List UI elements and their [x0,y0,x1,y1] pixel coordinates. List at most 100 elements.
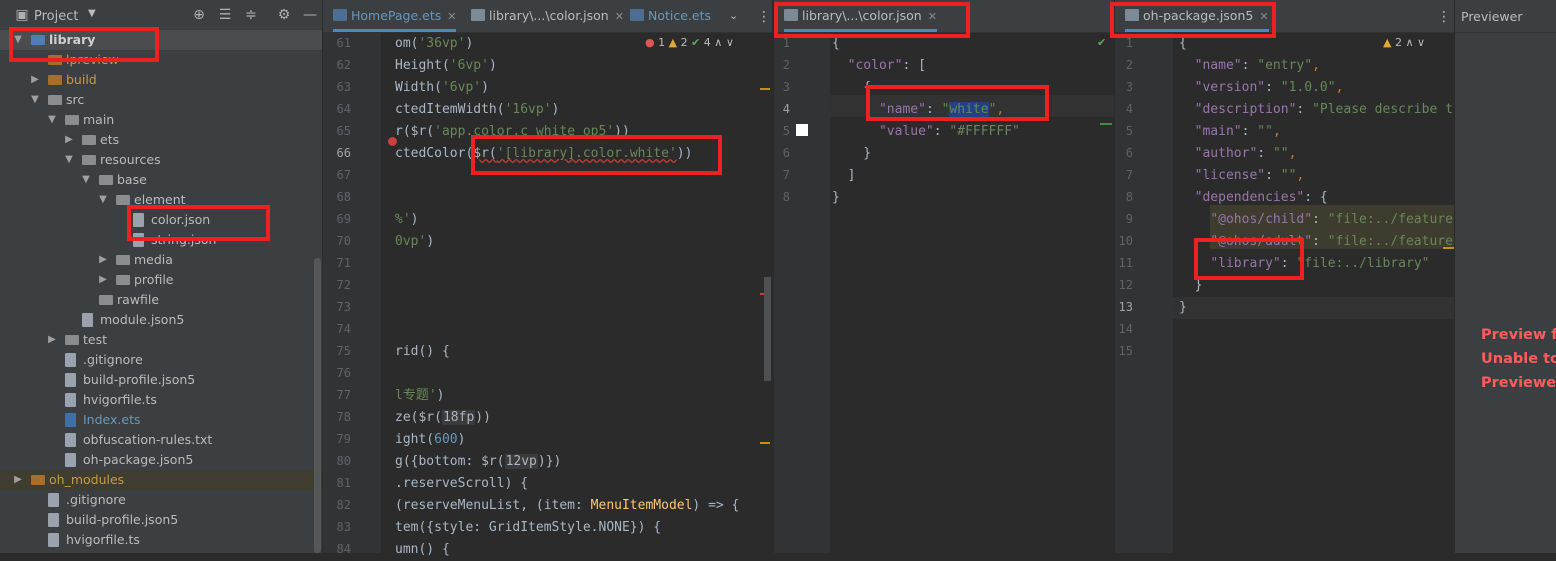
annotation-box-white-name [866,85,1049,121]
tree-item[interactable]: .gitignore [0,350,322,370]
annotation-box-color-json [127,205,270,241]
gear-icon[interactable]: ⚙ [276,7,292,23]
close-icon[interactable]: ✕ [447,10,456,23]
line-number: 61 [336,36,351,50]
annotation-box-color-json-tab [774,2,970,38]
tab-notice[interactable]: Notice.ets [630,0,711,32]
tree-item[interactable]: rawfile [0,290,322,310]
tree-item[interactable]: ▶ profile [0,270,322,290]
project-scrollbar[interactable] [314,258,321,553]
tree-item-label: .gitignore [83,352,143,367]
chevron-down-icon[interactable]: ▼ [81,170,91,190]
line-number: 84 [336,542,351,556]
minimize-icon[interactable]: — [302,7,318,23]
tree-item-label: hvigorfile.ts [66,532,140,547]
chevron-down-icon[interactable]: ▼ [98,190,108,210]
code-line: } [1179,300,1187,315]
tree-item-label: src [66,92,85,107]
chevron-right-icon[interactable]: ▶ [98,270,108,290]
editor1-scrollbar[interactable] [764,277,771,381]
file-icon [65,413,76,427]
line-number: 7 [782,168,790,182]
chevron-down-icon[interactable]: ▼ [30,90,40,110]
json-file-icon [471,9,485,21]
chevron-right-icon[interactable]: ▶ [64,130,74,150]
tree-item[interactable]: build-profile.json5 [0,510,322,530]
tree-item-label: media [134,252,173,267]
warning-stripe [760,442,770,444]
tree-item[interactable]: ▶ media [0,250,322,270]
preview-error-line: Unable to [1481,351,1556,367]
code-line: "value": "#FFFFFF" [878,124,1020,139]
code-line: (reserveMenuList, (item: MenuItemModel) … [395,498,740,513]
tree-item[interactable]: Index.ets [0,410,322,430]
file-icon [65,453,76,467]
tree-item[interactable]: ▼ main [0,110,322,130]
chevron-right-icon[interactable]: ▶ [30,70,40,90]
project-title[interactable]: Project [34,9,78,24]
line-number: 1 [782,36,790,50]
tab-color-json[interactable]: library\...\color.json ✕ [471,0,624,32]
expand-all-icon[interactable]: ☰ [217,7,233,23]
code-line: "author": "", [1194,146,1297,161]
chevron-down-icon[interactable]: ▼ [88,8,96,19]
file-icon [48,493,59,507]
chevron-down-icon[interactable]: ▼ [64,150,74,170]
tree-item[interactable]: ▼ resources [0,150,322,170]
previewer-title[interactable]: Previewer [1461,9,1523,24]
code-line: "license": "", [1194,168,1305,183]
tree-item-label: oh-package.json5 [83,452,194,467]
tree-item[interactable]: ▶ test [0,330,322,350]
color-preview-swatch[interactable] [796,124,808,136]
line-number: 12 [1118,278,1133,292]
line-number: 15 [1118,344,1133,358]
more-options-icon[interactable]: ⋮ [1437,9,1451,25]
tree-item[interactable]: ▼ base [0,170,322,190]
tabs-dropdown-icon[interactable]: ⌄ [729,9,738,22]
error-stripe [760,293,764,295]
collapse-all-icon[interactable]: ≑ [243,7,259,23]
code-line: om('36vp') [395,36,474,51]
file-icon [65,433,76,447]
file-icon [65,353,76,367]
tree-item[interactable]: ▶ build [0,70,322,90]
previewer-panel: Preview fa Unable to Previewer [1455,33,1556,553]
chevron-down-icon[interactable]: ▼ [47,110,57,130]
tree-item[interactable]: hvigorfile.ts [0,530,322,550]
inspection-widget[interactable]: ▲ 2 ∧ ∨ [1383,36,1425,49]
code-line: tem({style: GridItemStyle.NONE}) { [395,520,662,535]
line-number: 9 [1125,212,1133,226]
tree-item[interactable]: .gitignore [0,490,322,510]
locate-icon[interactable]: ⊕ [191,7,207,23]
editor3[interactable]: 1 2 3 4 5 6 7 8 9 10 11 12 13 14 15 ▲ 2 ∧ ∨ { "name": … [1115,33,1454,553]
chevron-right-icon[interactable]: ▶ [13,470,23,490]
tree-item[interactable]: ▶ ets [0,130,322,150]
more-options-icon[interactable]: ⋮ [757,9,771,25]
close-icon[interactable]: ✕ [615,10,624,23]
folder-icon [82,135,96,145]
chevron-right-icon[interactable]: ▶ [47,330,57,350]
editor1[interactable]: 61 62 63 64 65 66 67 68 69 70 71 72 73 74 75 76 77 78 79 80… [323,33,772,557]
warning-stripe [760,88,770,90]
chevron-right-icon[interactable]: ▶ [98,250,108,270]
line-number: 13 [1118,300,1133,314]
tree-item[interactable]: oh-package.json5 [0,450,322,470]
tab-homepage[interactable]: HomePage.ets ✕ [333,0,457,32]
line-number: 3 [782,80,790,94]
editor1-tabbar: HomePage.ets ✕ library\...\color.json ✕ No… [323,0,772,33]
tree-item[interactable]: obfuscation-rules.txt [0,430,322,450]
tree-item-label: ets [100,132,120,147]
tree-item[interactable]: ▶ oh_modules [0,470,322,490]
tree-item[interactable]: build-profile.json5 [0,370,322,390]
line-number: 73 [336,300,351,314]
code-line: rid() { [395,344,450,359]
folder-icon [116,275,130,285]
tree-item[interactable]: module.json5 [0,310,322,330]
tree-item-label: Index.ets [83,412,141,427]
tree-item[interactable]: ▼ src [0,90,322,110]
tree-item[interactable]: hvigorfile.ts [0,390,322,410]
folder-icon [65,115,79,125]
code-line: l专题') [395,388,445,403]
line-number: 71 [336,256,351,270]
inspection-widget[interactable]: ● 1 ▲ 2 ✔ 4 ∧ ∨ [645,36,734,49]
